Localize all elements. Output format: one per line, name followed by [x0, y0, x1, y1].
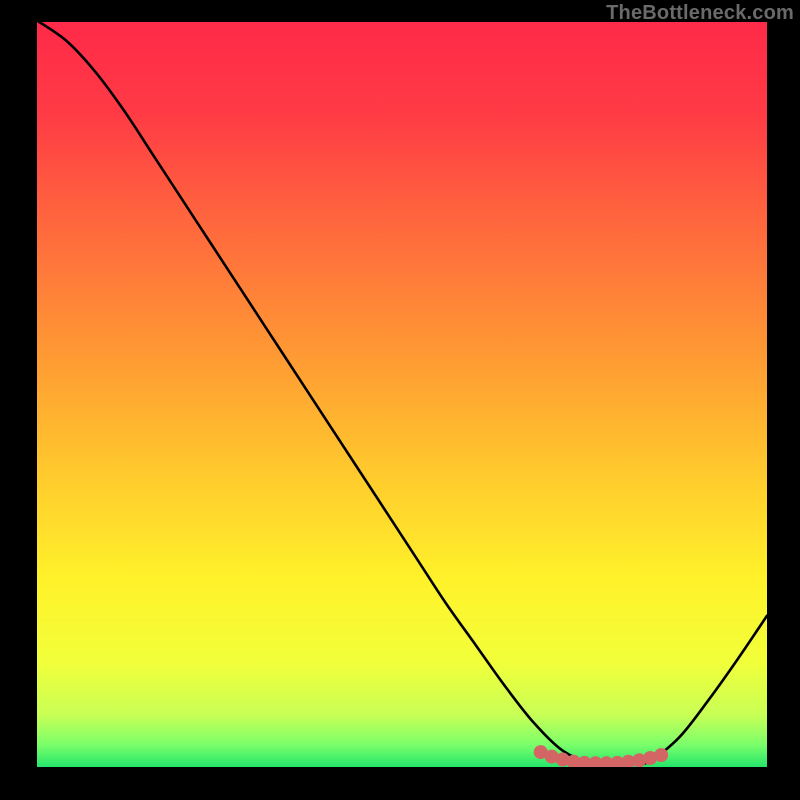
gradient-background — [37, 22, 767, 767]
valley-dot — [654, 748, 668, 762]
chart-container: TheBottleneck.com — [0, 0, 800, 800]
chart-svg — [37, 22, 767, 767]
plot-area — [37, 22, 767, 767]
watermark-text: TheBottleneck.com — [606, 2, 794, 25]
